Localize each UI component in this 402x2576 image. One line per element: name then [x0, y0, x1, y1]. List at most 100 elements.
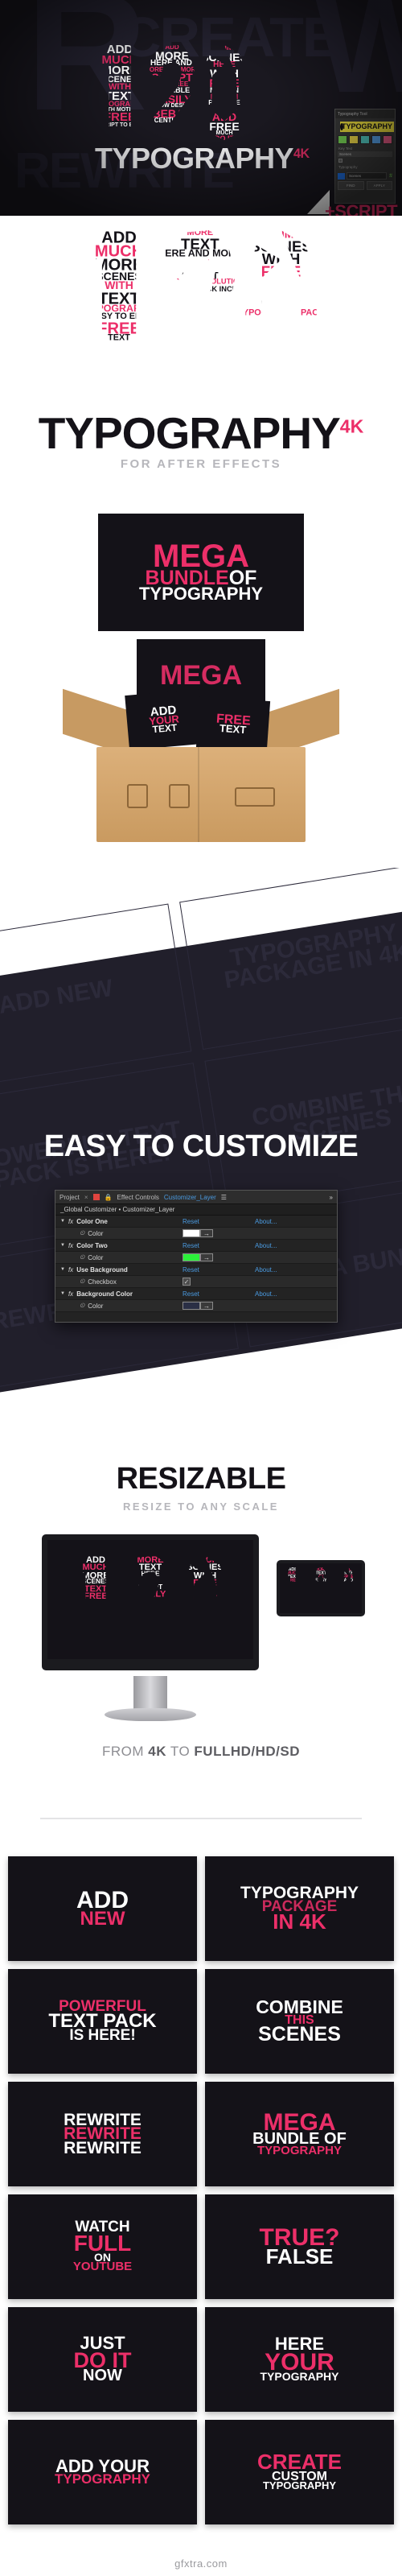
preview-card[interactable]: REWRITE REWRITE REWRITE	[8, 2082, 197, 2186]
hero-banner: R CREATE W REWRITE ADDMUCHMORE SCENESWIT…	[0, 0, 402, 216]
ae-effect-row[interactable]: ▼ fx Use Background Reset About...	[55, 1264, 337, 1276]
triangle-down-icon[interactable]: ▼	[60, 1219, 65, 1224]
ae-property-row[interactable]: ⏲ Checkbox ✓	[55, 1276, 337, 1288]
preview-card-text: REWRITE REWRITE REWRITE	[64, 2112, 142, 2157]
ae-color-swatch[interactable]	[183, 1253, 200, 1261]
fx-icon: fx	[68, 1290, 74, 1298]
customize-panel: ADD NEW TYPOGRAPHY PACKAGE IN 4K POWERFU…	[0, 868, 402, 1423]
preview-card-text: JUST DO IT NOW	[74, 2334, 132, 2384]
eyedropper-icon[interactable]	[200, 1302, 213, 1310]
box-icon-truck	[235, 787, 275, 807]
preview-card[interactable]: HERE YOUR TYPOGRAPHY	[205, 2307, 394, 2412]
ae-property-name: Checkbox	[88, 1278, 117, 1286]
footer-watermark-bar: gfxtra.com	[0, 2550, 402, 2576]
ae-effect-row[interactable]: ▼ fx Color Two Reset About...	[55, 1240, 337, 1252]
ae-property-row[interactable]: ⏲ Color	[55, 1252, 337, 1264]
ae-about-link[interactable]: About...	[255, 1290, 277, 1298]
ae-property-row[interactable]: ⏲ Color	[55, 1228, 337, 1240]
small-digit-0: MUCH WITH FREE ADD	[343, 1567, 355, 1583]
resizable-subheading: RESIZE TO ANY SCALE	[123, 1501, 279, 1513]
preview-card[interactable]: ADD YOUR TYPOGRAPHY	[8, 2420, 197, 2524]
after-effects-effect-controls-panel[interactable]: Project × 🔒 Effect Controls Customizer_L…	[55, 1190, 338, 1323]
tab-project[interactable]: Project	[59, 1194, 80, 1201]
stopwatch-icon[interactable]: ⏲	[80, 1253, 84, 1261]
cloud-digit-2: MORETEXT HERE AND MORE4K SCRIPT ULTRA HD…	[161, 230, 239, 294]
preview-card[interactable]: TYPOGRAPHY PACKAGE IN 4K	[205, 1856, 394, 1961]
ae-effect-name: Color Two	[76, 1241, 108, 1249]
box-insert-right: FREE TEXT	[195, 696, 271, 753]
small-screen: ADD MUCH TEXT FREE MORE TEXT 4K EASY MUCH WITH F…	[280, 1563, 362, 1613]
lock-icon[interactable]: 🔒	[105, 1194, 113, 1201]
ae-property-name-cell: ⏲ Color	[60, 1229, 183, 1237]
preview-card[interactable]: CREATE CUSTOM TYPOGRAPHY	[205, 2420, 394, 2524]
preview-card-text: TRUE? FALSE	[260, 2226, 340, 2268]
preview-card[interactable]: WATCH FULL ON YOUTUBE	[8, 2194, 197, 2299]
tab-effect-controls[interactable]: Effect Controls	[117, 1194, 159, 1201]
preview-card-text: POWERFUL TEXT PACK IS HERE!	[48, 1999, 156, 2043]
small-screen-number-120: ADD MUCH TEXT FREE MORE TEXT 4K EASY MUCH WITH F…	[280, 1563, 362, 1613]
monitor-digit-1: ADD MUCH MORE SCENES TEXT FREE	[81, 1555, 110, 1601]
stopwatch-icon[interactable]: ⏲	[80, 1302, 84, 1310]
preview-card[interactable]: MEGA BUNDLE OF TYPOGRAPHY	[205, 2082, 394, 2186]
monitor-number-120: ADD MUCH MORE SCENES TEXT FREE MORE TEXT HERE 4K…	[47, 1540, 253, 1659]
small-screen-preview: ADD MUCH TEXT FREE MORE TEXT 4K EASY MUCH WITH F…	[277, 1560, 365, 1616]
card-line: PACKAGE	[261, 1897, 338, 1915]
ae-reset-link[interactable]: Reset	[183, 1218, 255, 1225]
close-icon[interactable]: ×	[84, 1194, 88, 1201]
triangle-down-icon[interactable]: ▼	[60, 1243, 65, 1248]
bundle-card-large-text: MEGA BUNDLEOF TYPOGRAPHY	[98, 514, 304, 631]
ae-effect-name-cell: ▼ fx Use Background	[60, 1266, 183, 1274]
ae-property-name-cell: ⏲ Color	[60, 1253, 183, 1261]
ae-about-link[interactable]: About...	[255, 1218, 277, 1225]
eyedropper-icon[interactable]	[200, 1253, 213, 1261]
ae-reset-link[interactable]: Reset	[183, 1242, 255, 1249]
hamburger-icon[interactable]: ☰	[221, 1194, 227, 1201]
card-line: CREATE	[257, 2449, 342, 2474]
preview-card[interactable]: COMBINE THIS SCENES	[205, 1969, 394, 2074]
card-line: FALSE	[265, 2244, 334, 2268]
ae-property-name-cell: ⏲ Checkbox	[60, 1278, 183, 1286]
cardboard-box: ADD YOUR TEXT FREE TEXT	[63, 688, 339, 850]
tab-customizer-layer[interactable]: Customizer_Layer	[164, 1194, 216, 1201]
ae-reset-link[interactable]: Reset	[183, 1266, 255, 1274]
composition-swatch-icon	[92, 1194, 100, 1200]
panel-title: TYPOGRAPHY4K	[0, 407, 402, 459]
customize-heading: EASY TO CUSTOMIZE	[43, 1129, 359, 1163]
ae-effect-name: Color One	[76, 1217, 108, 1225]
ae-about-link[interactable]: About...	[255, 1242, 277, 1249]
preview-card[interactable]: ADD NEW	[8, 1856, 197, 1961]
fx-icon: fx	[68, 1217, 74, 1225]
ae-property-name-cell: ⏲ Color	[60, 1302, 183, 1310]
card-line: TYPOGRAPHY	[54, 2471, 151, 2487]
ae-color-swatch[interactable]	[183, 1229, 200, 1237]
preview-card[interactable]: POWERFUL TEXT PACK IS HERE!	[8, 1969, 197, 2074]
ae-effect-row[interactable]: ▼ fx Background Color Reset About...	[55, 1288, 337, 1300]
preview-card-text: HERE YOUR TYPOGRAPHY	[260, 2335, 338, 2382]
triangle-down-icon[interactable]: ▼	[60, 1267, 65, 1272]
ae-effect-row[interactable]: ▼ fx Color One Reset About...	[55, 1216, 337, 1228]
preview-card[interactable]: TRUE? FALSE	[205, 2194, 394, 2299]
stopwatch-icon[interactable]: ⏲	[80, 1278, 84, 1286]
ae-property-row[interactable]: ⏲ Color	[55, 1300, 337, 1312]
preview-card-grid: ADD NEW TYPOGRAPHY PACKAGE IN 4K POWERFU…	[8, 1856, 394, 2524]
stopwatch-icon[interactable]: ⏲	[80, 1229, 84, 1237]
ae-effect-name-cell: ▼ fx Color One	[60, 1218, 183, 1225]
eyedropper-icon[interactable]	[200, 1229, 213, 1237]
preview-card-text: TYPOGRAPHY PACKAGE IN 4K	[240, 1885, 359, 1932]
panel-title-sup: 4K	[339, 415, 364, 437]
small-digit-1: ADD MUCH TEXT FREE	[287, 1567, 299, 1583]
chevron-double-right-icon[interactable]: »	[330, 1194, 333, 1201]
ae-checkbox[interactable]: ✓	[183, 1278, 191, 1286]
ae-color-swatch[interactable]	[183, 1302, 200, 1310]
triangle-down-icon[interactable]: ▼	[60, 1291, 65, 1296]
box-icon-umbrella	[127, 784, 148, 808]
bundle-small-line: MEGA	[160, 660, 242, 691]
ae-reset-link[interactable]: Reset	[183, 1290, 255, 1298]
ae-tab-bar[interactable]: Project × 🔒 Effect Controls Customizer_L…	[55, 1191, 337, 1204]
card-line: NEW	[80, 1907, 125, 1930]
cloud-number-120: ADD MUCH MORE SCENES WITH TEXT TYPOGRAPHY EA…	[80, 230, 320, 378]
ae-about-link[interactable]: About...	[255, 1266, 277, 1274]
card-line: YOUTUBE	[72, 2260, 133, 2274]
ghost-cell: COMBINE THIS SCENES	[204, 1021, 402, 1209]
preview-card[interactable]: JUST DO IT NOW	[8, 2307, 197, 2412]
